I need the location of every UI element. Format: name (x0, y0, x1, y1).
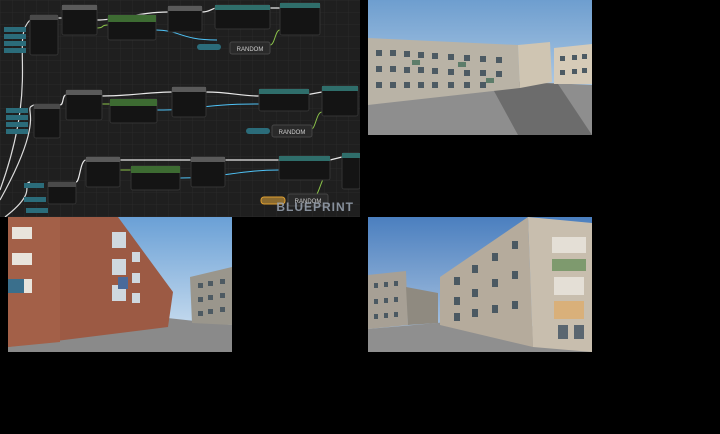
node-row1-d[interactable] (167, 5, 203, 33)
random-node-1[interactable]: RANDOM (229, 41, 271, 55)
node-row2-d[interactable] (171, 86, 207, 118)
blueprint-graph-canvas[interactable]: RANDOM RANDOM RANDOM (0, 0, 360, 217)
node-row1-b[interactable] (61, 4, 98, 36)
blueprint-graph-panel[interactable]: RANDOM RANDOM RANDOM BLUEPRINT (0, 0, 360, 217)
render-view-courtyard-side (368, 217, 592, 352)
node-row3-e[interactable] (278, 155, 331, 181)
random-node-2-label: RANDOM (279, 130, 306, 136)
render-view-courtyard-wide (368, 0, 592, 135)
node-row1-e[interactable] (214, 4, 271, 30)
apartment-block-far (554, 44, 592, 84)
node-row2-c[interactable] (109, 98, 158, 124)
node-row1-f[interactable] (279, 2, 321, 36)
node-row3-b[interactable] (85, 156, 121, 188)
node-row3-a[interactable] (47, 181, 77, 205)
node-row3-c[interactable] (130, 165, 181, 191)
node-row2-e[interactable] (258, 88, 310, 112)
node-row1-a[interactable] (29, 14, 59, 56)
node-row2-b[interactable] (65, 89, 103, 121)
render-view-street-low-angle (8, 217, 232, 352)
blueprint-watermark: BLUEPRINT (276, 200, 354, 214)
random-node-1-label: RANDOM (237, 47, 264, 53)
random-node-2[interactable]: RANDOM (271, 124, 313, 138)
node-row3-d[interactable] (190, 156, 226, 188)
node-row2-var[interactable] (246, 128, 270, 134)
node-row1-var[interactable] (197, 44, 221, 50)
node-row2-a[interactable] (33, 103, 61, 139)
node-row1-c[interactable] (107, 14, 157, 41)
node-row3-f[interactable] (341, 152, 360, 190)
node-row2-f[interactable] (321, 85, 359, 117)
